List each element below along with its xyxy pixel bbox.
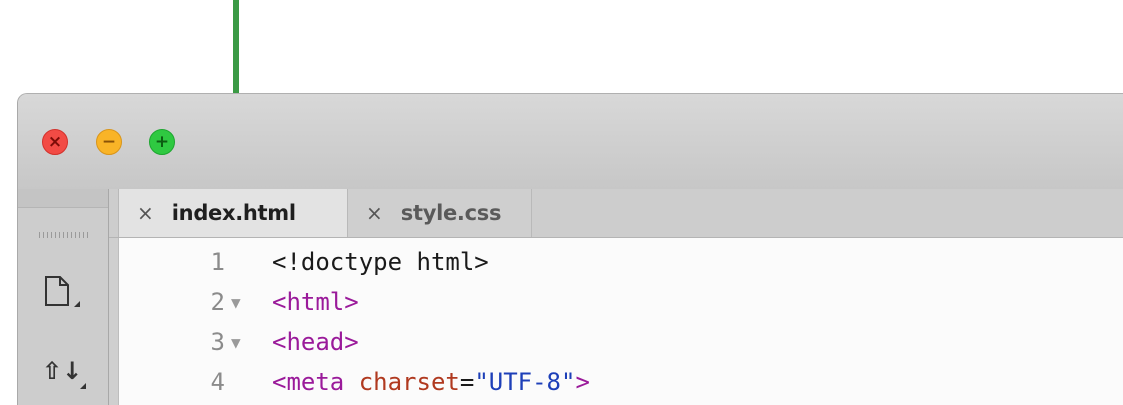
line-number: 1 bbox=[210, 248, 225, 276]
editor-window: × − + ⇧↓ × index.html × style.css 1 <!doc… bbox=[17, 93, 1123, 405]
fold-arrow-icon[interactable]: ▼ bbox=[231, 293, 241, 312]
code-token: <!doctype html> bbox=[272, 248, 489, 276]
code-token: "UTF-8" bbox=[474, 368, 576, 396]
code-text: <head> bbox=[272, 328, 359, 356]
sort-icon: ⇧↓ bbox=[42, 357, 83, 385]
title-bar[interactable]: × − + bbox=[18, 94, 1123, 189]
tab-label: style.css bbox=[400, 201, 502, 225]
code-token: charset bbox=[358, 368, 460, 396]
dropdown-corner-icon bbox=[80, 383, 86, 389]
code-line[interactable]: 2 ▼ <html> bbox=[119, 288, 1123, 328]
tab-close-icon[interactable]: × bbox=[366, 201, 383, 225]
tab-close-icon[interactable]: × bbox=[137, 201, 154, 225]
code-text: <meta charset="UTF-8"> bbox=[272, 368, 590, 396]
code-line[interactable]: 3 ▼ <head> bbox=[119, 328, 1123, 368]
new-file-icon bbox=[45, 276, 69, 306]
line-number: 3 bbox=[210, 328, 225, 356]
maximize-icon: + bbox=[154, 132, 170, 152]
tab-bar: × index.html × style.css bbox=[109, 189, 1123, 238]
line-number: 2 bbox=[210, 288, 225, 316]
close-icon: × bbox=[47, 132, 63, 152]
code-text: <html> bbox=[272, 288, 359, 316]
code-token: <html> bbox=[272, 288, 359, 316]
tab-label: index.html bbox=[171, 201, 296, 225]
line-number: 4 bbox=[210, 368, 225, 396]
code-line[interactable]: 1 <!doctype html> bbox=[119, 248, 1123, 288]
tab-style-css[interactable]: × style.css bbox=[348, 189, 532, 237]
sidebar-header bbox=[18, 189, 108, 208]
maximize-window-button[interactable]: + bbox=[149, 129, 175, 155]
minimize-window-button[interactable]: − bbox=[96, 129, 122, 155]
minimize-icon: − bbox=[101, 132, 117, 152]
code-token: > bbox=[575, 368, 590, 396]
close-window-button[interactable]: × bbox=[42, 129, 68, 155]
code-token: <meta bbox=[272, 368, 359, 396]
fold-arrow-icon[interactable]: ▼ bbox=[231, 333, 241, 352]
code-editor[interactable]: 1 <!doctype html> 2 ▼ <html> 3 ▼ <head> 4 <meta c… bbox=[118, 238, 1123, 405]
sidebar-grip-handle[interactable] bbox=[39, 232, 91, 238]
tab-index-html[interactable]: × index.html bbox=[118, 189, 348, 237]
left-sidebar: ⇧↓ bbox=[18, 189, 109, 405]
sort-button[interactable]: ⇧↓ bbox=[42, 357, 86, 389]
code-line[interactable]: 4 <meta charset="UTF-8"> bbox=[119, 368, 1123, 405]
code-token: = bbox=[459, 368, 475, 396]
new-file-button[interactable] bbox=[42, 275, 80, 313]
code-text: <!doctype html> bbox=[272, 248, 489, 276]
code-token: <head> bbox=[272, 328, 359, 356]
dropdown-corner-icon bbox=[74, 301, 80, 307]
